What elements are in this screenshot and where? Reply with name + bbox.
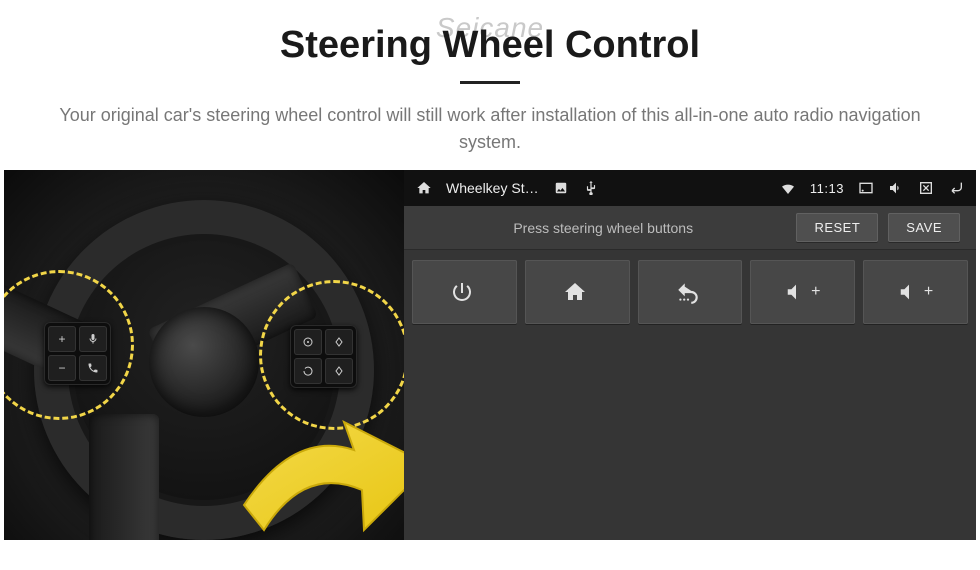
close-icon[interactable] bbox=[918, 180, 934, 196]
phone-icon bbox=[87, 362, 99, 374]
status-clock: 11:13 bbox=[810, 181, 844, 196]
volume-icon bbox=[898, 281, 920, 303]
voice-icon bbox=[87, 333, 99, 345]
reset-button[interactable]: RESET bbox=[796, 213, 878, 242]
wheel-spoke bbox=[89, 414, 159, 541]
status-bar: Wheelkey St… 11:13 bbox=[404, 170, 976, 206]
tile-back[interactable] bbox=[638, 260, 743, 324]
page-subtitle: Your original car's steering wheel contr… bbox=[50, 102, 930, 156]
tile-volume-up-2[interactable]: + bbox=[863, 260, 968, 324]
home-icon bbox=[563, 280, 587, 304]
steering-wheel-illustration: + − bbox=[4, 170, 404, 540]
diamond-down-icon bbox=[333, 365, 345, 377]
wheel-button-loop[interactable] bbox=[294, 358, 322, 384]
return-icon[interactable] bbox=[948, 180, 964, 196]
wheel-keypad-right bbox=[290, 325, 357, 388]
status-app-title: Wheelkey St… bbox=[446, 180, 539, 196]
disc-icon bbox=[302, 336, 314, 348]
head-unit-screen: Wheelkey St… 11:13 bbox=[404, 170, 976, 540]
assignment-tile-row: + + bbox=[404, 250, 976, 334]
wifi-icon bbox=[780, 180, 796, 196]
wheel-keypad-left: + − bbox=[44, 322, 111, 385]
wheel-hub bbox=[149, 307, 259, 417]
home-icon[interactable] bbox=[416, 180, 432, 196]
wheel-button-phone[interactable] bbox=[79, 355, 107, 381]
wheel-button-source[interactable] bbox=[294, 329, 322, 355]
title-underline bbox=[460, 81, 520, 84]
save-button[interactable]: SAVE bbox=[888, 213, 960, 242]
tile-volume-up-1[interactable]: + bbox=[750, 260, 855, 324]
wheel-button-up[interactable] bbox=[325, 329, 353, 355]
power-icon bbox=[450, 280, 474, 304]
tile-power[interactable] bbox=[412, 260, 517, 324]
page-title: Steering Wheel Control bbox=[20, 24, 960, 67]
volume-icon bbox=[785, 281, 807, 303]
loop-icon bbox=[302, 365, 314, 377]
tile-home[interactable] bbox=[525, 260, 630, 324]
mute-icon[interactable] bbox=[888, 180, 904, 196]
tile-label: + bbox=[811, 283, 820, 301]
diamond-up-icon bbox=[333, 336, 345, 348]
usb-icon bbox=[583, 180, 599, 196]
empty-area bbox=[404, 334, 976, 540]
wheel-button-voice[interactable] bbox=[79, 326, 107, 352]
back-icon bbox=[675, 279, 701, 305]
wheel-button-minus[interactable]: − bbox=[48, 355, 76, 381]
cast-icon[interactable] bbox=[858, 180, 874, 196]
picture-icon bbox=[553, 180, 569, 196]
toolbar-hint: Press steering wheel buttons bbox=[420, 220, 786, 236]
wheelkey-toolbar: Press steering wheel buttons RESET SAVE bbox=[404, 206, 976, 250]
tile-label: + bbox=[924, 283, 933, 301]
wheel-button-down[interactable] bbox=[325, 358, 353, 384]
wheel-button-plus[interactable]: + bbox=[48, 326, 76, 352]
